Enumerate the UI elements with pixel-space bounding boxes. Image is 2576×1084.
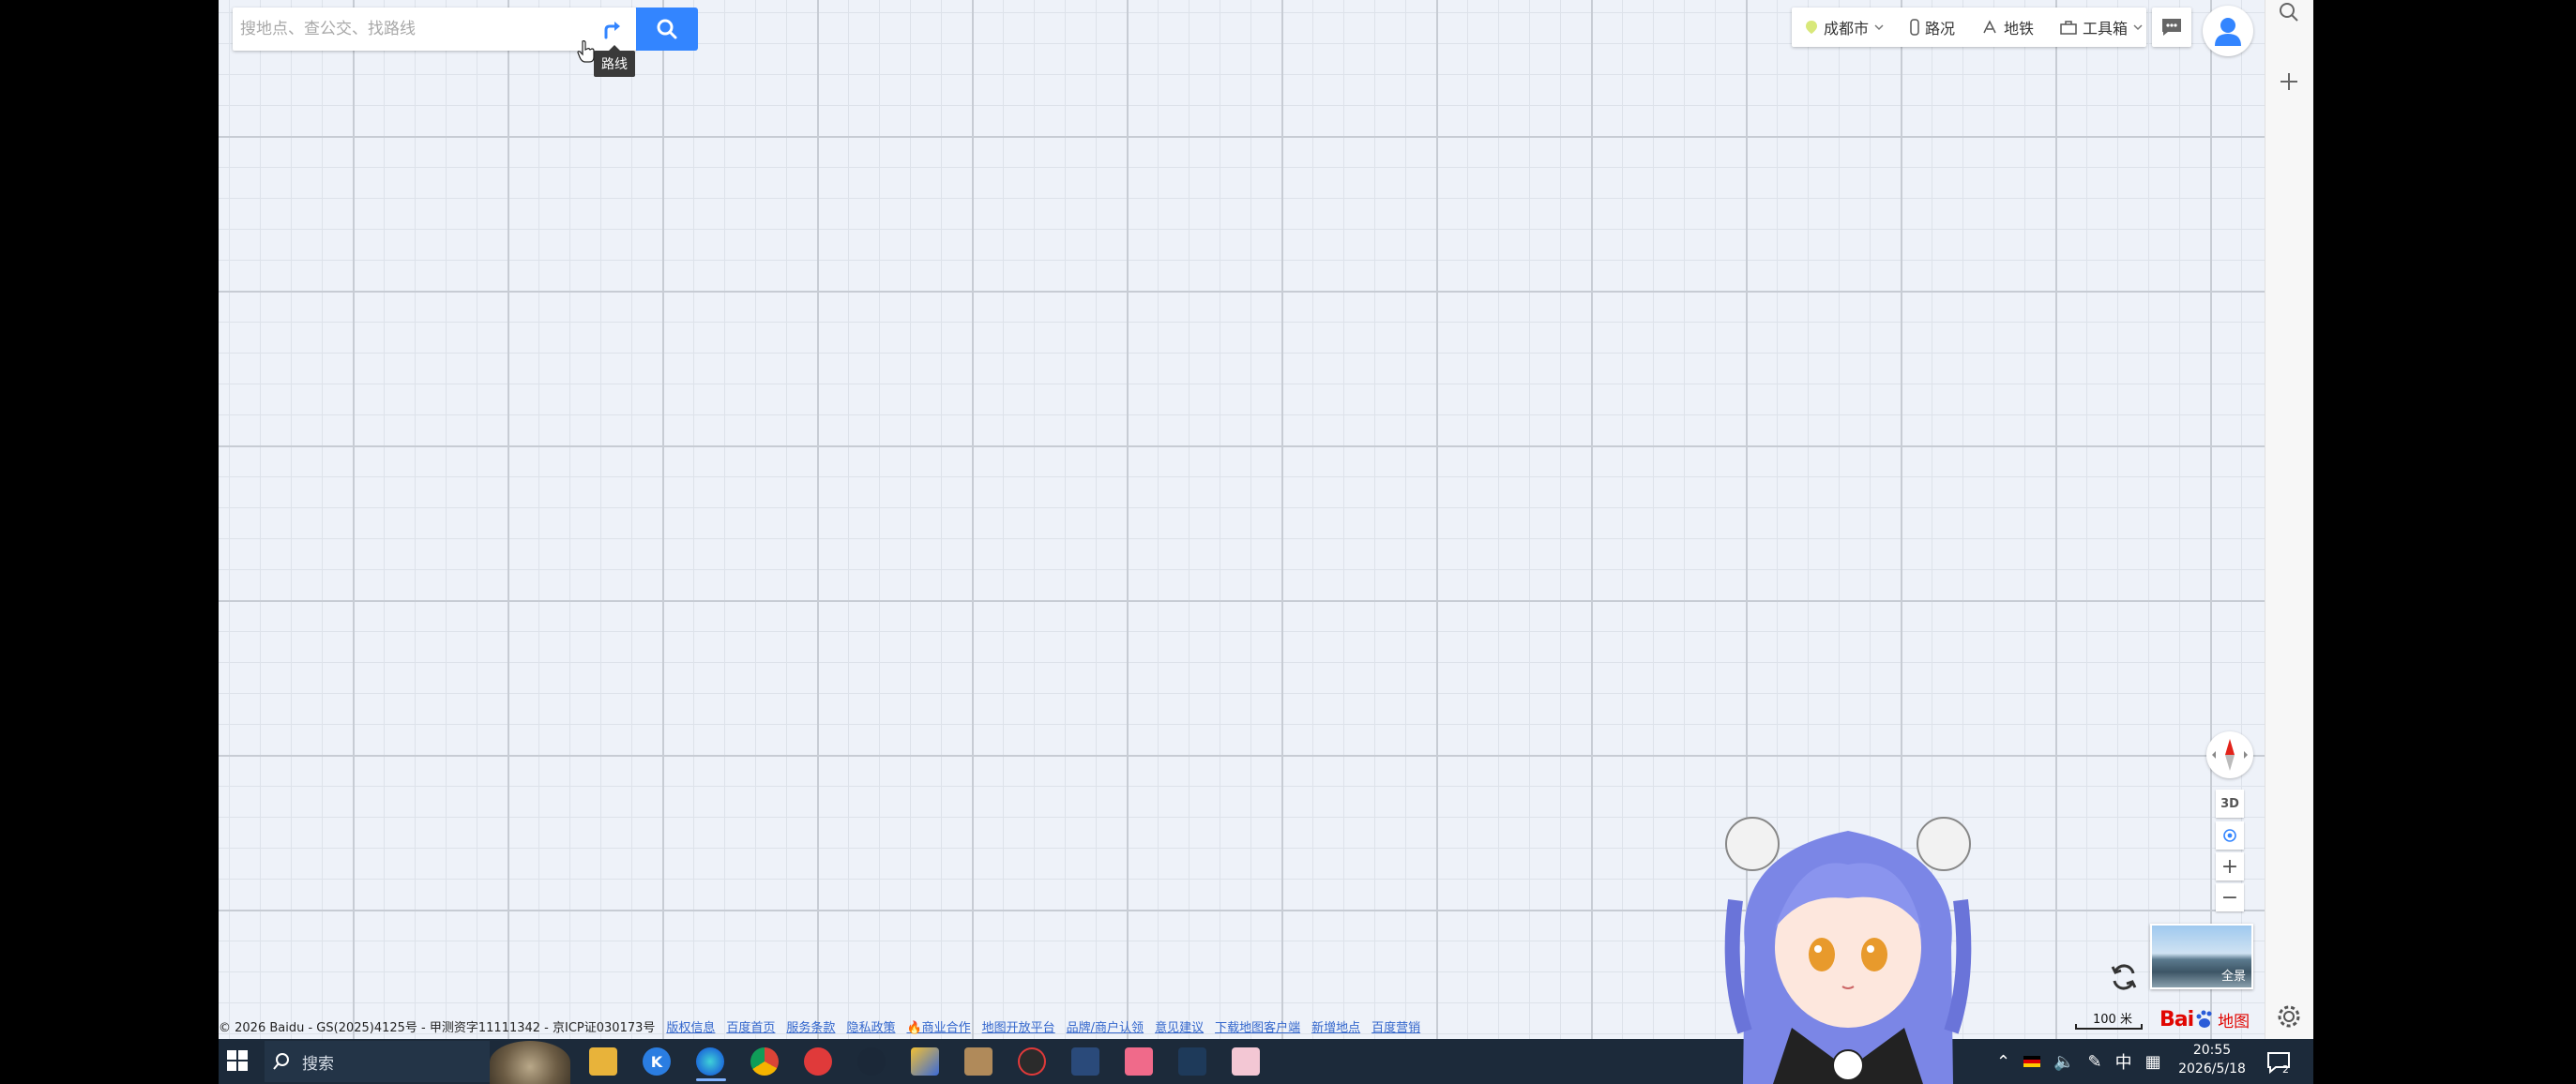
- city-label: 成都市: [1824, 20, 1870, 38]
- locate-icon: [2223, 829, 2236, 842]
- taskbar-search[interactable]: 搜索: [265, 1041, 490, 1082]
- chevron-up-icon[interactable]: ⌃: [1996, 1052, 2010, 1072]
- kugou-icon[interactable]: K: [643, 1047, 671, 1076]
- taskbar-widget-image[interactable]: [490, 1041, 570, 1084]
- footer-link[interactable]: 意见建议: [1155, 1017, 1204, 1035]
- windows-start-icon[interactable]: [223, 1046, 251, 1075]
- paw-icon: [2196, 1010, 2212, 1028]
- footer-link[interactable]: 新增地点: [1311, 1017, 1360, 1035]
- baidu-map-logo[interactable]: Bai 地图: [2159, 1003, 2259, 1035]
- app-icon[interactable]: [1125, 1047, 1153, 1076]
- user-avatar-button[interactable]: [2203, 6, 2253, 56]
- message-icon: [2162, 19, 2181, 36]
- search-button[interactable]: [636, 8, 698, 51]
- plus-icon[interactable]: [2277, 69, 2301, 94]
- zoom-out-button[interactable]: −: [2216, 883, 2244, 911]
- route-icon[interactable]: [600, 17, 625, 41]
- search-icon: [657, 19, 677, 39]
- copyright-text: © 2026 Baidu - GS(2025)4125号 - 甲测资字11111…: [219, 1020, 656, 1035]
- footer-link[interactable]: 百度营销: [1371, 1017, 1420, 1035]
- netease-music-icon[interactable]: [804, 1047, 832, 1076]
- message-button[interactable]: [2152, 8, 2191, 47]
- app-icon[interactable]: [964, 1047, 993, 1076]
- footer-link[interactable]: 品牌/商户认领: [1067, 1017, 1144, 1035]
- clock-time: 20:55: [2192, 1043, 2232, 1058]
- footer-link[interactable]: 服务条款: [786, 1017, 835, 1035]
- subway-icon: [1983, 20, 1996, 34]
- app-icon[interactable]: [911, 1047, 939, 1076]
- search-icon[interactable]: [2277, 0, 2301, 24]
- steam-icon[interactable]: [857, 1047, 886, 1076]
- logo-sub: 地图: [2218, 1012, 2250, 1031]
- pen-icon[interactable]: ✎: [2088, 1052, 2102, 1072]
- taskbar-search-label: 搜索: [302, 1054, 334, 1074]
- panorama-thumbnail[interactable]: 全景: [2150, 924, 2253, 989]
- subway-button[interactable]: 地铁: [1968, 8, 2047, 47]
- map-toolbar: 成都市 路况 地铁 工具箱: [1792, 8, 2146, 47]
- refresh-icon[interactable]: [2109, 962, 2139, 992]
- compass-icon: [2212, 739, 2248, 771]
- chrome-icon[interactable]: [750, 1047, 779, 1076]
- edge-browser-icon[interactable]: [696, 1047, 724, 1076]
- notification-count: 2: [2282, 1063, 2289, 1076]
- system-tray: ⌃ 🔈 ✎ 中 ▦: [1996, 1039, 2161, 1084]
- toolbox-icon: [2060, 21, 2077, 35]
- gear-icon[interactable]: [2276, 1003, 2302, 1030]
- location-pin-icon: [1806, 21, 1817, 34]
- keyboard-icon[interactable]: ▦: [2145, 1052, 2161, 1072]
- ime-indicator[interactable]: 中: [2115, 1049, 2132, 1074]
- vtuber-avatar-overlay: [1724, 817, 1972, 1084]
- traffic-button[interactable]: 路况: [1897, 8, 1968, 47]
- toolbox-label: 工具箱: [2083, 20, 2129, 38]
- panorama-label: 全景: [2220, 970, 2246, 984]
- file-explorer-icon[interactable]: [589, 1047, 617, 1076]
- search-input[interactable]: [240, 13, 578, 45]
- search-icon: [273, 1053, 289, 1070]
- subway-label: 地铁: [2004, 20, 2035, 38]
- volume-icon[interactable]: 🔈: [2053, 1052, 2074, 1072]
- scale-bar: [2075, 1024, 2143, 1030]
- city-selector[interactable]: 成都市: [1792, 8, 1897, 47]
- traffic-light-icon: [1910, 19, 1919, 36]
- screen: 路线 成都市 路况 地铁 工具箱: [0, 0, 2576, 1084]
- app-icon[interactable]: [1232, 1047, 1260, 1076]
- 3d-button[interactable]: 3D: [2216, 790, 2244, 818]
- app-icon[interactable]: [1071, 1047, 1099, 1076]
- route-tooltip: 路线: [594, 45, 635, 77]
- footer-link[interactable]: 地图开放平台: [982, 1017, 1055, 1035]
- flag-icon[interactable]: [2023, 1056, 2041, 1067]
- footer-link[interactable]: 下载地图客户端: [1215, 1017, 1300, 1035]
- traffic-label: 路况: [1925, 20, 1956, 38]
- chevron-down-icon: [2133, 24, 2143, 31]
- footer-link[interactable]: 版权信息: [666, 1017, 715, 1035]
- logo-text: Bai: [2159, 1007, 2194, 1031]
- notification-icon[interactable]: 2: [2265, 1048, 2293, 1076]
- footer-link[interactable]: 百度首页: [726, 1017, 775, 1035]
- compass-button[interactable]: [2206, 731, 2253, 778]
- fire-icon: 🔥: [906, 1020, 922, 1035]
- active-app-indicator: [696, 1078, 726, 1081]
- footer-link-label: 商业合作: [921, 1020, 971, 1035]
- user-icon: [2215, 18, 2241, 46]
- clock-date: 2026/5/18: [2178, 1061, 2246, 1076]
- toolbox-button[interactable]: 工具箱: [2047, 8, 2156, 47]
- chevron-down-icon: [1874, 24, 1884, 31]
- app-icon[interactable]: [1178, 1047, 1206, 1076]
- hand-cursor-icon: [577, 40, 595, 63]
- zoom-in-button[interactable]: +: [2216, 852, 2244, 881]
- obs-icon[interactable]: [1018, 1047, 1046, 1076]
- map-footer: © 2026 Baidu - GS(2025)4125号 - 甲测资字11111…: [219, 1015, 1420, 1037]
- locate-button[interactable]: [2216, 821, 2244, 850]
- browser-sidebar: [2265, 0, 2313, 1039]
- footer-link[interactable]: 🔥商业合作: [906, 1017, 970, 1035]
- taskbar-clock[interactable]: 20:55 2026/5/18: [2174, 1041, 2250, 1078]
- footer-link[interactable]: 隐私政策: [846, 1017, 895, 1035]
